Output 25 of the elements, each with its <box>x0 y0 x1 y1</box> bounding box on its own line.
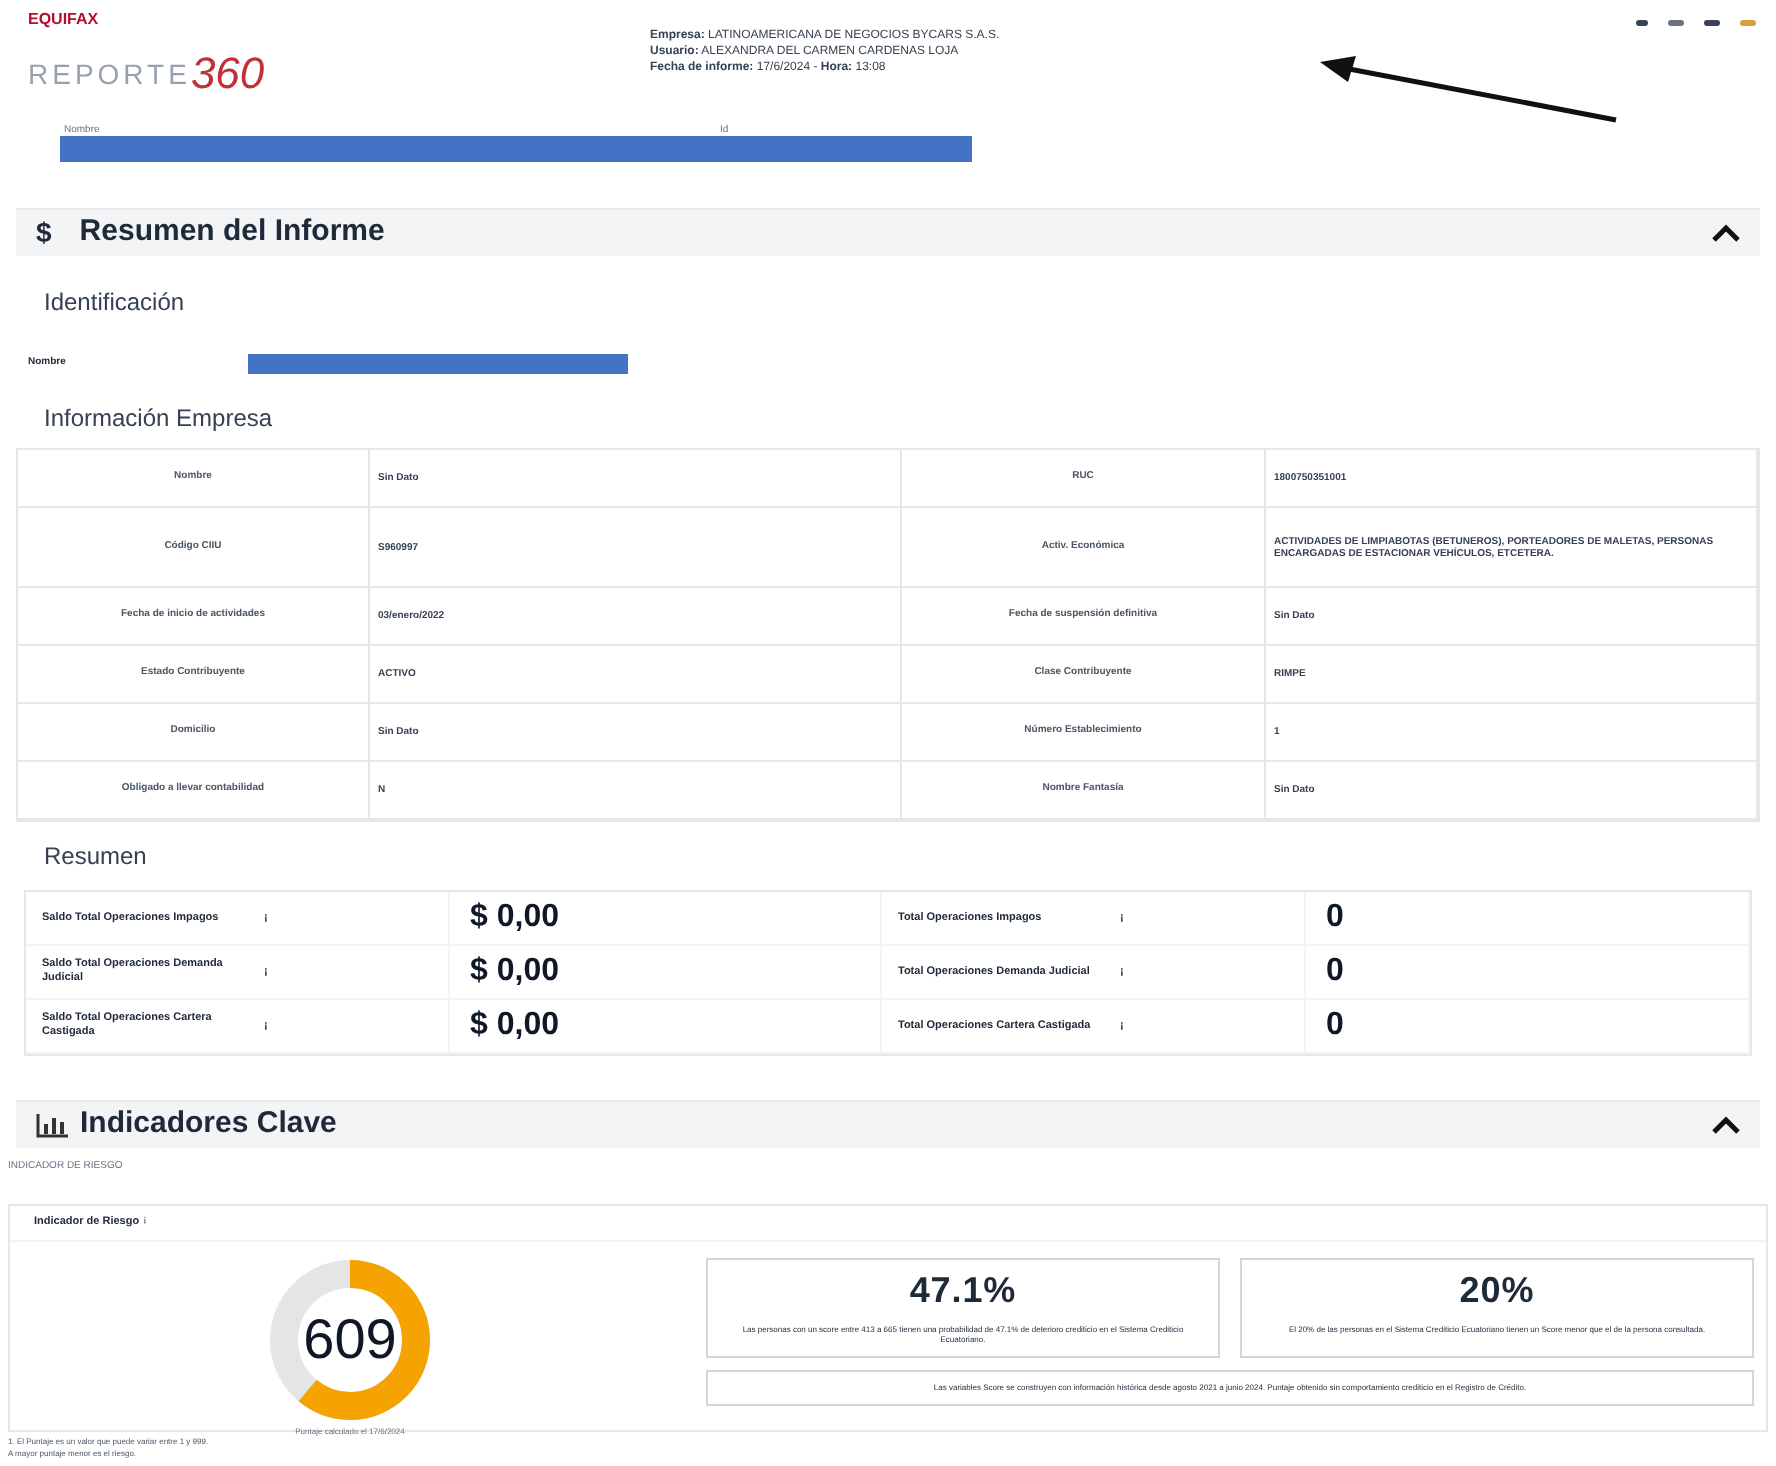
subsection-title: Identificación <box>44 286 187 320</box>
section-title: Resumen del Informe <box>79 212 385 253</box>
table-cell: $ 0,00 <box>450 892 882 944</box>
subsection-title: Información Empresa <box>44 402 275 436</box>
table-cell: 0 <box>1306 892 1750 944</box>
report-logo: REPORTE 360 <box>28 52 265 96</box>
table-cell: $ 0,00 <box>450 1000 882 1052</box>
stat-value: 47.1% <box>909 1267 1017 1313</box>
chevron-icon[interactable] <box>1712 223 1740 243</box>
section-title: Indicadores Clave <box>80 1104 337 1145</box>
stat-value: 20% <box>1459 1267 1535 1313</box>
section-header[interactable]: $ Resumen del Informe <box>16 208 1760 256</box>
chevron-icon[interactable] <box>1712 1115 1740 1135</box>
table-cell: $ 0,00 <box>450 946 882 998</box>
table-cell: 0 <box>1306 1000 1750 1052</box>
section-header[interactable]: Indicadores Clave <box>16 1100 1760 1148</box>
table-cell: 0 <box>1306 946 1750 998</box>
brand-logo: EQUIFAX <box>28 8 99 32</box>
nav-icon[interactable] <box>1704 20 1720 26</box>
nav-icon[interactable] <box>1668 20 1684 26</box>
nav-icon[interactable] <box>1636 20 1648 26</box>
subsection-title: Resumen <box>44 840 149 874</box>
dollar-icon: $ <box>36 212 52 254</box>
score-value: 609 <box>301 1305 399 1373</box>
bar-chart-icon <box>36 1113 68 1137</box>
